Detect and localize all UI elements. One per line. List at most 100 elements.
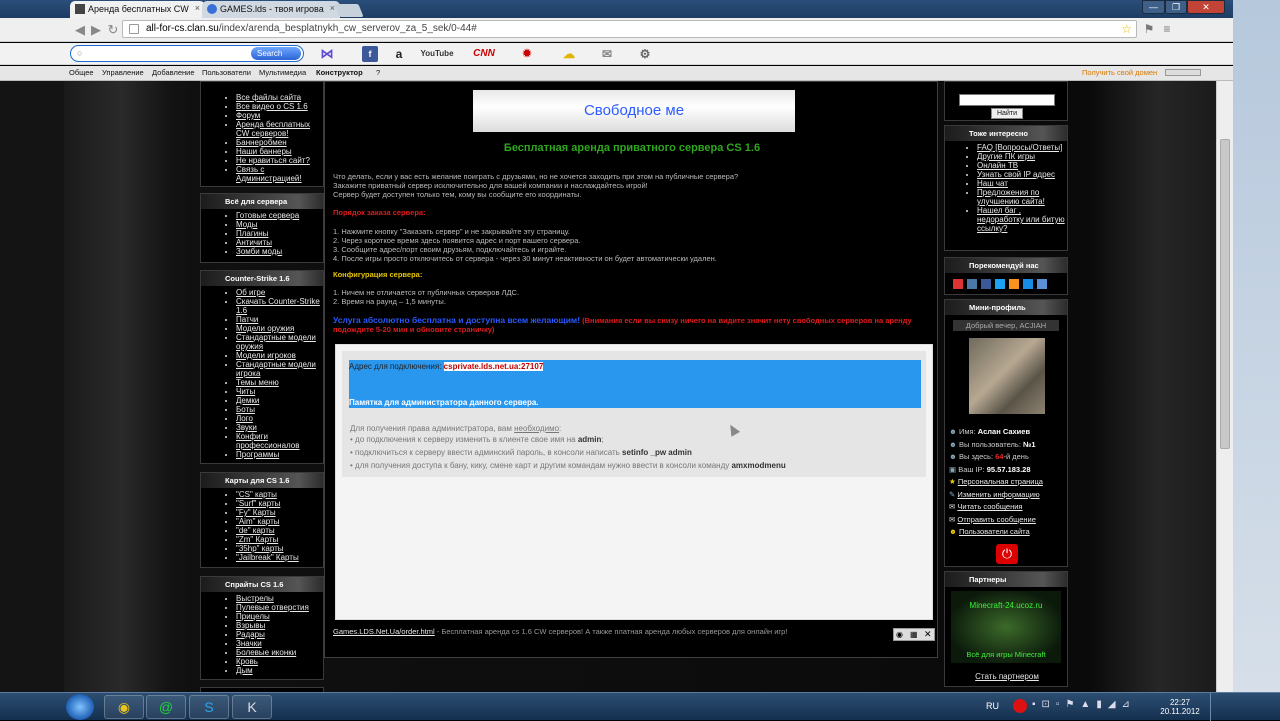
facebook-icon[interactable]: f bbox=[362, 46, 378, 62]
sidebar-link[interactable]: Моды bbox=[236, 220, 257, 229]
bookmark-star-icon[interactable]: ☆ bbox=[1121, 21, 1132, 37]
ucoz-menu-manage[interactable]: Управление bbox=[102, 66, 144, 80]
mail-icon[interactable]: ✉ bbox=[598, 46, 616, 62]
sidebar-link[interactable]: "Jailbreak" Карты bbox=[236, 553, 299, 562]
tab-close-icon[interactable]: × bbox=[195, 3, 200, 13]
sidebar-link[interactable]: Зомби моды bbox=[236, 247, 282, 256]
sidebar-link[interactable]: Пулевые отверстия bbox=[236, 603, 309, 612]
maximize-button[interactable]: ❐ bbox=[1165, 0, 1187, 14]
sidebar-link[interactable]: Болевые иконки bbox=[236, 648, 296, 657]
forward-arrow-icon[interactable]: ▶ bbox=[88, 22, 104, 38]
sidebar-link[interactable]: Античиты bbox=[236, 238, 272, 247]
sidebar-link[interactable]: "Aim" карты bbox=[236, 517, 280, 526]
sidebar-link[interactable]: Не нравиться сайт? bbox=[236, 156, 310, 165]
reload-icon[interactable]: ↻ bbox=[105, 22, 121, 38]
profile-link[interactable]: Пользователи сайта bbox=[959, 527, 1030, 536]
back-arrow-icon[interactable]: ◀ bbox=[72, 22, 88, 38]
cnn-link[interactable]: CNN bbox=[470, 46, 498, 62]
sidebar-link[interactable]: Узнать свой IP адрес bbox=[977, 170, 1055, 179]
ucoz-menu-users[interactable]: Пользователи bbox=[202, 66, 251, 80]
grid-icon[interactable]: ▦ bbox=[910, 630, 918, 639]
sidebar-link[interactable]: "Surf" карты bbox=[236, 499, 280, 508]
sidebar-link[interactable]: "35hp" карты bbox=[236, 544, 284, 553]
connect-address-value[interactable]: csprivate.lds.net.ua:27107 bbox=[443, 362, 544, 371]
sidebar-link[interactable]: Скачать Counter-Strike 1.6 bbox=[236, 297, 320, 315]
tab-games-lds[interactable]: GAMES.lds - твоя игрова × bbox=[202, 1, 340, 18]
ad-banner[interactable]: Свободное ме bbox=[473, 90, 795, 132]
facebook-icon[interactable] bbox=[981, 279, 991, 289]
minimize-button[interactable]: — bbox=[1142, 0, 1165, 14]
ucoz-menu-media[interactable]: Мультимедиа bbox=[259, 66, 306, 80]
wrench-menu-icon[interactable]: ≡ bbox=[1159, 20, 1175, 38]
youtube-link[interactable]: YouTube bbox=[420, 46, 454, 62]
sidebar-link[interactable]: Аренда бесплатных CW серверов! bbox=[236, 120, 310, 138]
record-icon[interactable] bbox=[1013, 699, 1027, 713]
show-desktop-button[interactable] bbox=[1210, 693, 1222, 721]
sidebar-link[interactable]: Готовые сервера bbox=[236, 211, 299, 220]
sidebar-link[interactable]: Наш чат bbox=[977, 179, 1008, 188]
mail-ru-agent-icon[interactable]: ⋈ bbox=[318, 46, 336, 62]
twitter-icon[interactable] bbox=[995, 279, 1005, 289]
ucoz-menu-general[interactable]: Общее bbox=[69, 66, 94, 80]
weather-icon[interactable]: ☁ bbox=[560, 46, 578, 62]
order-link[interactable]: Games.LDS.Net.Ua/order.html bbox=[333, 627, 435, 636]
amazon-icon[interactable]: a bbox=[391, 46, 407, 62]
sidebar-link[interactable]: Модели оружия bbox=[236, 324, 294, 333]
close-icon[interactable]: ✕ bbox=[924, 629, 932, 640]
sidebar-link[interactable]: Стандартные модели оружия bbox=[236, 333, 316, 351]
sidebar-link[interactable]: "Zm" Карты bbox=[236, 535, 278, 544]
sidebar-link[interactable]: Онлайн ТВ bbox=[977, 161, 1018, 170]
profile-link[interactable]: Персональная страница bbox=[958, 477, 1043, 486]
clock[interactable]: 22:27 20.11.2012 bbox=[1160, 698, 1200, 716]
profile-link[interactable]: Читать сообщения bbox=[957, 502, 1022, 511]
tab-arenda[interactable]: Аренда бесплатных CW × bbox=[70, 1, 205, 18]
sidebar-link[interactable]: FAQ [Вопросы/Ответы] bbox=[977, 143, 1062, 152]
sidebar-link[interactable]: "CS" карты bbox=[236, 490, 277, 499]
sidebar-link[interactable]: Стандартные модели игрока bbox=[236, 360, 316, 378]
sidebar-link[interactable]: Связь с Администрацией! bbox=[236, 165, 302, 183]
sidebar-link[interactable]: Взрывы bbox=[236, 621, 265, 630]
get-domain-link[interactable]: Получить свой домен bbox=[1082, 66, 1157, 80]
sidebar-link[interactable]: Баннеробмен bbox=[236, 138, 287, 147]
sidebar-link[interactable]: Конфиги профессионалов bbox=[236, 432, 300, 450]
partner-banner[interactable]: Minecraft-24.ucoz.ru Всё для игры Minecr… bbox=[951, 591, 1061, 663]
mail-ru-icon[interactable] bbox=[1023, 279, 1033, 289]
become-partner-link[interactable]: Стать партнером bbox=[975, 672, 1039, 681]
sidebar-link[interactable]: Дым bbox=[236, 666, 253, 675]
scrollbar-thumb[interactable] bbox=[1220, 139, 1230, 449]
sidebar-link[interactable]: Наши баннеры bbox=[236, 147, 292, 156]
sidebar-link[interactable]: "Fy" Карты bbox=[236, 508, 276, 517]
sidebar-link[interactable]: Значки bbox=[236, 639, 262, 648]
profile-link[interactable]: Отправить сообщение bbox=[957, 515, 1036, 524]
sidebar-link[interactable]: Форум bbox=[236, 111, 260, 120]
page-scrollbar[interactable] bbox=[1216, 81, 1233, 692]
sidebar-link[interactable]: Другие ПК игры bbox=[977, 152, 1035, 161]
find-button[interactable]: Найти bbox=[991, 108, 1023, 119]
livejournal-icon[interactable] bbox=[1037, 279, 1047, 289]
logout-power-icon[interactable]: ⏻ bbox=[996, 544, 1018, 564]
sidebar-link[interactable]: Патчи bbox=[236, 315, 258, 324]
sidebar-link[interactable]: Выстрелы bbox=[236, 594, 274, 603]
eye-icon[interactable]: ◉ bbox=[896, 630, 903, 639]
sidebar-link[interactable]: Боты bbox=[236, 405, 255, 414]
ucoz-menu-add[interactable]: Добавление bbox=[152, 66, 195, 80]
address-bar[interactable]: all-for-cs.clan.su/index/arenda_besplatn… bbox=[122, 20, 1137, 38]
sidebar-link[interactable]: Темы меню bbox=[236, 378, 279, 387]
share-icon[interactable] bbox=[953, 279, 963, 289]
site-search-input[interactable] bbox=[959, 94, 1055, 106]
vk-icon[interactable] bbox=[967, 279, 977, 289]
close-window-button[interactable]: ✕ bbox=[1187, 0, 1225, 14]
odnoklassniki-icon[interactable] bbox=[1009, 279, 1019, 289]
sidebar-link[interactable]: Программы bbox=[236, 450, 279, 459]
sidebar-link[interactable]: Прицелы bbox=[236, 612, 270, 621]
sidebar-link[interactable]: Демки bbox=[236, 396, 259, 405]
language-indicator[interactable]: RU bbox=[986, 701, 999, 711]
sidebar-link[interactable]: Звуки bbox=[236, 423, 257, 432]
ucoz-menu-help[interactable]: ? bbox=[376, 66, 380, 80]
sidebar-link[interactable]: Радары bbox=[236, 630, 265, 639]
sidebar-link[interactable]: Все файлы сайта bbox=[236, 93, 301, 102]
start-button[interactable] bbox=[66, 694, 94, 720]
sidebar-link[interactable]: "de" карты bbox=[236, 526, 275, 535]
new-tab-button[interactable] bbox=[334, 4, 364, 17]
sidebar-link[interactable]: Об игре bbox=[236, 288, 265, 297]
